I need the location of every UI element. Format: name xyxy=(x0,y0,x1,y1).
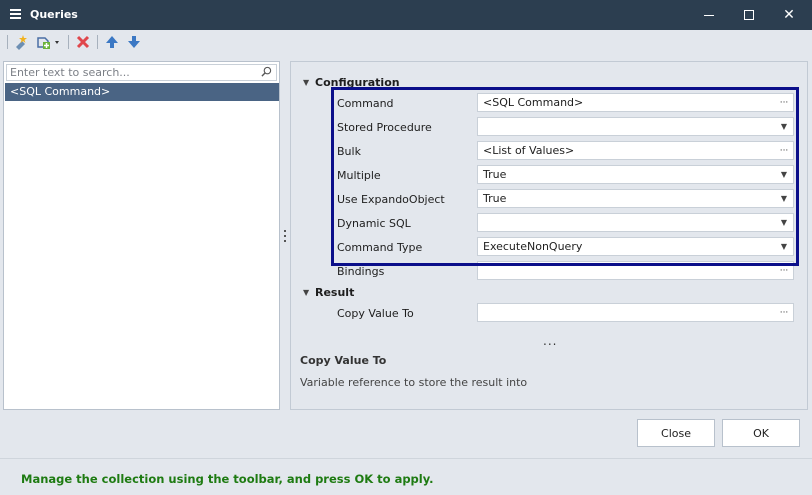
toolbar xyxy=(0,30,812,55)
close-icon: ✕ xyxy=(783,7,795,23)
label-bindings: Bindings xyxy=(337,265,385,278)
status-bar: Manage the collection using the toolbar,… xyxy=(0,458,812,495)
ok-button[interactable]: OK xyxy=(722,419,800,447)
add-type-icon xyxy=(37,37,59,49)
splitter-handle[interactable] xyxy=(283,230,287,242)
list-icon xyxy=(10,9,21,20)
move-down-button[interactable] xyxy=(125,33,143,51)
search-box xyxy=(6,64,277,81)
minimize-icon xyxy=(704,14,714,16)
arrow-down-icon xyxy=(128,36,140,48)
description-text: Variable reference to store the result i… xyxy=(300,376,528,389)
close-button[interactable]: Close xyxy=(637,419,715,447)
search-icon[interactable] xyxy=(261,66,272,77)
status-message: Manage the collection using the toolbar,… xyxy=(21,472,434,486)
close-window-button[interactable]: ✕ xyxy=(766,0,812,30)
arrow-up-icon xyxy=(106,36,118,48)
new-item-icon xyxy=(16,35,27,50)
highlight-box xyxy=(331,87,799,266)
chevron-down-icon: ▼ xyxy=(303,288,310,297)
category-label: Result xyxy=(315,286,355,299)
property-grid: ▼ Configuration Command <SQL Command> ··… xyxy=(290,61,808,410)
collection-list: <SQL Command> xyxy=(3,61,280,410)
list-item-sql-command[interactable]: <SQL Command> xyxy=(5,83,279,101)
description-title: Copy Value To xyxy=(300,354,387,367)
chevron-down-icon: ▼ xyxy=(303,78,310,87)
label-copy-value-to: Copy Value To xyxy=(337,307,414,320)
toolbar-grip xyxy=(7,35,8,49)
search-input[interactable] xyxy=(10,65,260,80)
add-new-button[interactable] xyxy=(12,33,30,51)
maximize-icon xyxy=(744,10,754,20)
toolbar-separator xyxy=(97,35,98,49)
field-copy-value-to[interactable]: ··· xyxy=(477,303,794,322)
more-indicator[interactable]: ... xyxy=(543,334,557,348)
toolbar-separator xyxy=(68,35,69,49)
category-result[interactable]: ▼ Result xyxy=(303,286,354,299)
move-up-button[interactable] xyxy=(103,33,121,51)
delete-button[interactable] xyxy=(74,33,92,51)
title-bar: Queries ✕ xyxy=(0,0,812,30)
delete-icon xyxy=(76,35,90,49)
add-type-button[interactable] xyxy=(34,33,62,51)
window-title: Queries xyxy=(30,8,78,21)
ellipsis-button[interactable]: ··· xyxy=(778,304,790,321)
